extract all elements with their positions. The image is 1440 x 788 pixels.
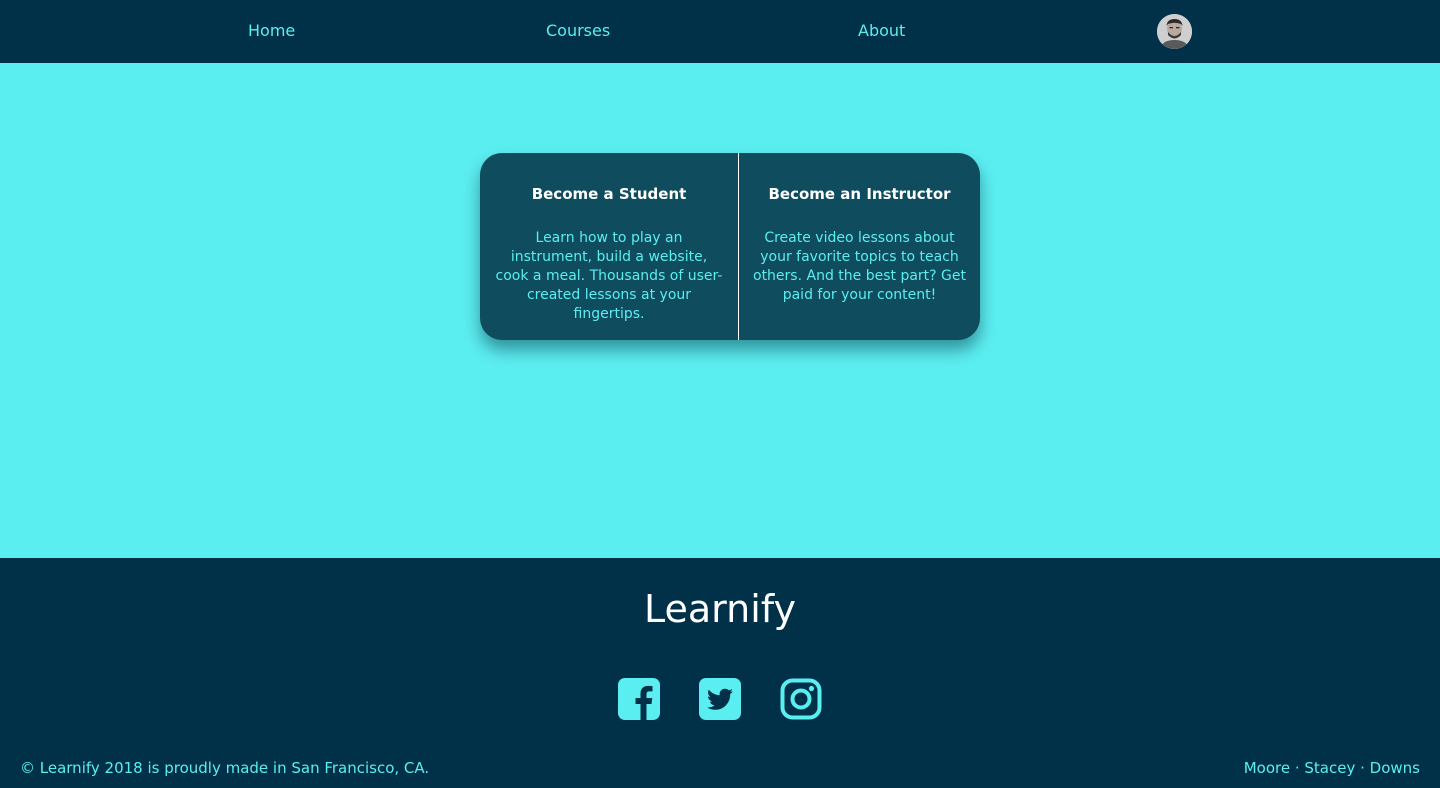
top-navigation: Home Courses About (0, 0, 1440, 63)
copyright-text: © Learnify 2018 is proudly made in San F… (20, 759, 430, 777)
instagram-icon[interactable] (780, 678, 822, 720)
credit-stacey[interactable]: Stacey (1304, 759, 1355, 777)
credit-moore[interactable]: Moore (1244, 759, 1290, 777)
signup-card: Become a Student Learn how to play an in… (480, 153, 980, 340)
twitter-icon[interactable] (699, 678, 741, 720)
nav-link-about[interactable]: About (858, 21, 905, 41)
credit-separator: · (1355, 759, 1370, 777)
instructor-title: Become an Instructor (768, 185, 951, 203)
become-instructor-option[interactable]: Become an Instructor Create video lesson… (739, 153, 980, 340)
credit-downs[interactable]: Downs (1370, 759, 1420, 777)
user-avatar[interactable] (1157, 14, 1192, 49)
facebook-icon[interactable] (618, 678, 660, 720)
credits: Moore · Stacey · Downs (1244, 759, 1420, 777)
instructor-description: Create video lessons about your favorite… (753, 230, 966, 303)
nav-link-home[interactable]: Home (248, 21, 295, 41)
footer-brand: Learnify (644, 587, 796, 631)
credit-separator: · (1290, 759, 1305, 777)
nav-link-courses[interactable]: Courses (546, 21, 610, 41)
footer: Learnify © Learnify 2018 is proudly made… (0, 558, 1440, 788)
become-student-option[interactable]: Become a Student Learn how to play an in… (480, 153, 738, 340)
avatar-photo-icon (1157, 14, 1192, 49)
student-description: Learn how to play an instrument, build a… (495, 230, 723, 322)
student-title: Become a Student (531, 185, 687, 203)
